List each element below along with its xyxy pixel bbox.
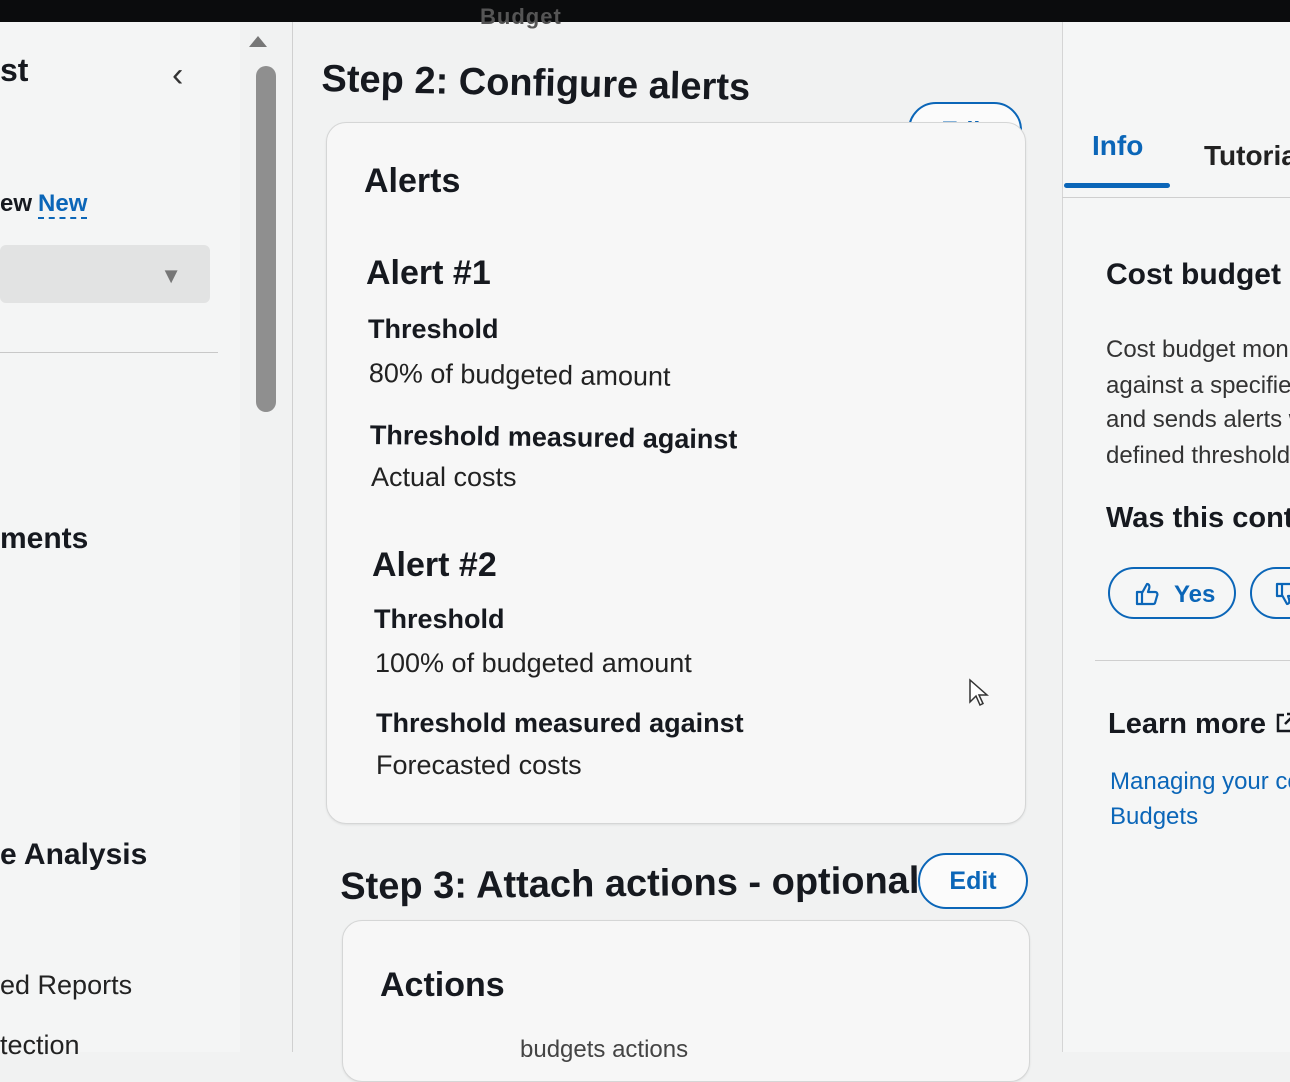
feedback-question: Was this conte <box>1106 502 1290 534</box>
scroll-up-arrow[interactable] <box>249 36 267 47</box>
feedback-yes-button[interactable]: Yes <box>1108 567 1236 619</box>
help-text-line: against a specified <box>1106 372 1290 399</box>
learn-more-label: Learn more <box>1108 708 1266 740</box>
nav-select[interactable]: ▼ <box>0 245 210 303</box>
thumbs-up-icon <box>1135 582 1159 606</box>
alert-2-measured-value: Forecasted costs <box>376 750 582 780</box>
alert-2-title: Alert #2 <box>372 546 497 584</box>
alert-2-threshold-value: 100% of budgeted amount <box>375 648 692 678</box>
help-text-line: defined thresholds <box>1106 442 1290 469</box>
help-link-managing[interactable]: Managing your cos <box>1110 768 1290 796</box>
alert-1-measured-label: Threshold measured against <box>369 420 738 455</box>
help-panel <box>1062 22 1290 1052</box>
content-divider <box>292 22 293 1052</box>
alert-1-threshold-label: Threshold <box>368 314 499 344</box>
new-badge[interactable]: New <box>38 190 88 219</box>
alerts-card-title: Alerts <box>364 162 461 200</box>
chevron-left-icon[interactable]: ‹ <box>172 56 183 95</box>
nav-item-analysis[interactable]: e Analysis <box>0 838 147 872</box>
panel-divider <box>1095 660 1290 661</box>
actions-partial-line: budgets actions <box>520 1036 689 1063</box>
partial-page-title: Budget <box>480 4 562 29</box>
help-text-line: Cost budget monit <box>1106 336 1290 363</box>
nav-divider <box>0 352 218 353</box>
step3-title: Step 3: Attach actions - optional <box>340 859 920 908</box>
nav-item-new[interactable]: ew New <box>0 190 88 219</box>
actions-card-title: Actions <box>380 966 505 1004</box>
alert-1-measured-value: Actual costs <box>371 462 517 492</box>
top-bar: Budget <box>0 0 1290 29</box>
nav-item-label: ew <box>0 190 33 217</box>
help-text-line: and sends alerts wh <box>1106 406 1290 433</box>
scrollbar-thumb[interactable] <box>256 66 276 412</box>
thumbs-down-icon <box>1275 582 1290 606</box>
nav-item-detection[interactable]: tection <box>0 1030 80 1061</box>
help-link-budgets[interactable]: Budgets <box>1110 803 1198 831</box>
nav-section-heading: ments <box>0 522 89 555</box>
alert-2-measured-label: Threshold measured against <box>376 708 744 738</box>
tab-divider <box>1062 197 1290 198</box>
help-title: Cost budget <box>1106 258 1281 291</box>
nav-title: st <box>0 52 29 88</box>
caret-down-icon: ▼ <box>160 263 182 288</box>
nav-item-reports[interactable]: ed Reports <box>0 970 132 1001</box>
tab-tutorial[interactable]: Tutorial <box>1204 140 1290 172</box>
mouse-cursor-icon <box>969 678 989 707</box>
external-link-icon <box>1276 712 1290 733</box>
alert-1-threshold-value: 80% of budgeted amount <box>368 358 671 392</box>
tab-info[interactable]: Info <box>1092 130 1143 162</box>
learn-more-heading: Learn more <box>1108 708 1290 741</box>
alert-1-title: Alert #1 <box>366 254 491 292</box>
alert-2-threshold-label: Threshold <box>374 604 505 634</box>
feedback-yes-label: Yes <box>1174 581 1216 608</box>
active-tab-indicator <box>1064 183 1170 188</box>
step2-title: Step 2: Configure alerts <box>321 58 751 109</box>
step3-edit-button[interactable]: Edit <box>918 853 1028 909</box>
